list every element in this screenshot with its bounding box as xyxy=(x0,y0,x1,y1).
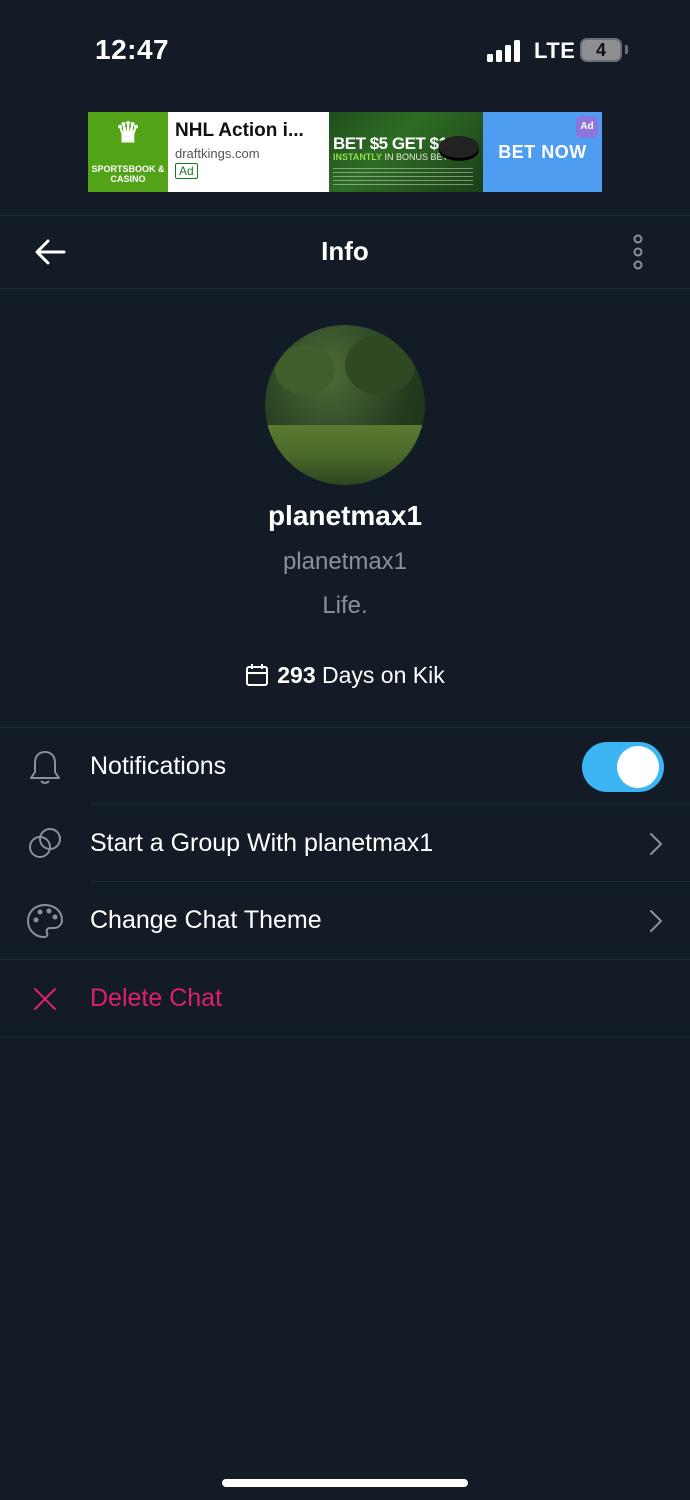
avatar[interactable] xyxy=(265,325,425,485)
notifications-toggle[interactable] xyxy=(582,742,664,792)
battery-icon: 4 xyxy=(580,38,622,62)
username: planetmax1 xyxy=(282,548,408,575)
battery-nub xyxy=(625,45,628,54)
delete-chat-row[interactable]: Delete Chat xyxy=(0,959,690,1038)
ad-title: NHL Action i... xyxy=(175,120,304,141)
display-name: planetmax1 xyxy=(267,500,423,531)
chevron-right-icon xyxy=(650,910,662,932)
ad-logo-text: SPORTSBOOK & CASINO xyxy=(91,164,165,184)
ad-badge: Ad xyxy=(175,163,198,179)
calendar-icon xyxy=(246,664,269,686)
toggle-knob xyxy=(617,746,659,788)
battery-level: 4 xyxy=(595,40,606,60)
change-theme-row[interactable]: Change Chat Theme xyxy=(0,882,690,959)
ad-text: NHL Action i... draftkings.com Ad xyxy=(175,120,325,180)
ad-domain: draftkings.com xyxy=(175,146,260,161)
bio: Life. xyxy=(322,592,368,619)
ad-fine-print xyxy=(333,168,473,188)
notifications-label: Notifications xyxy=(90,752,227,780)
palette-icon xyxy=(26,903,64,939)
delete-chat-label: Delete Chat xyxy=(90,984,223,1012)
ad-logo: ♛ SPORTSBOOK & CASINO xyxy=(88,112,168,192)
ad-promo-highlight: INSTANTLY xyxy=(333,152,383,162)
days-on-kik: 293 Days on Kik xyxy=(0,662,690,689)
home-indicator[interactable] xyxy=(222,1479,468,1487)
hockey-puck-image xyxy=(439,136,479,158)
bell-icon xyxy=(30,751,60,784)
days-count: 293 xyxy=(277,662,316,688)
start-group-label: Start a Group With planetmax1 xyxy=(90,829,434,857)
status-time: 12:47 xyxy=(95,34,170,65)
status-bar: 12:47 LTE 4 xyxy=(0,0,690,100)
close-icon xyxy=(34,988,56,1010)
chevron-right-icon xyxy=(650,833,662,855)
signal-icon xyxy=(487,40,523,62)
page-title: Info xyxy=(321,236,369,266)
start-group-row[interactable]: Start a Group With planetmax1 xyxy=(0,805,690,882)
more-options-icon[interactable] xyxy=(626,234,650,270)
header: Info xyxy=(0,215,690,289)
change-theme-label: Change Chat Theme xyxy=(90,906,322,934)
ad-banner[interactable]: ♛ SPORTSBOOK & CASINO NHL Action i... dr… xyxy=(88,112,602,192)
notifications-row: Notifications xyxy=(0,728,690,805)
crown-icon: ♛ xyxy=(115,116,141,149)
adchoices-icon[interactable]: Ad xyxy=(576,116,598,138)
network-type: LTE xyxy=(534,38,576,63)
group-circles-icon xyxy=(29,828,61,858)
ad-promo-sub: INSTANTLY IN BONUS BETS xyxy=(333,152,454,162)
info-menu: Notifications Start a Group With planetm… xyxy=(0,727,690,1038)
ad-image: BET $5 GET $150 INSTANTLY IN BONUS BETS xyxy=(329,112,483,192)
days-label: Days on Kik xyxy=(322,662,445,688)
